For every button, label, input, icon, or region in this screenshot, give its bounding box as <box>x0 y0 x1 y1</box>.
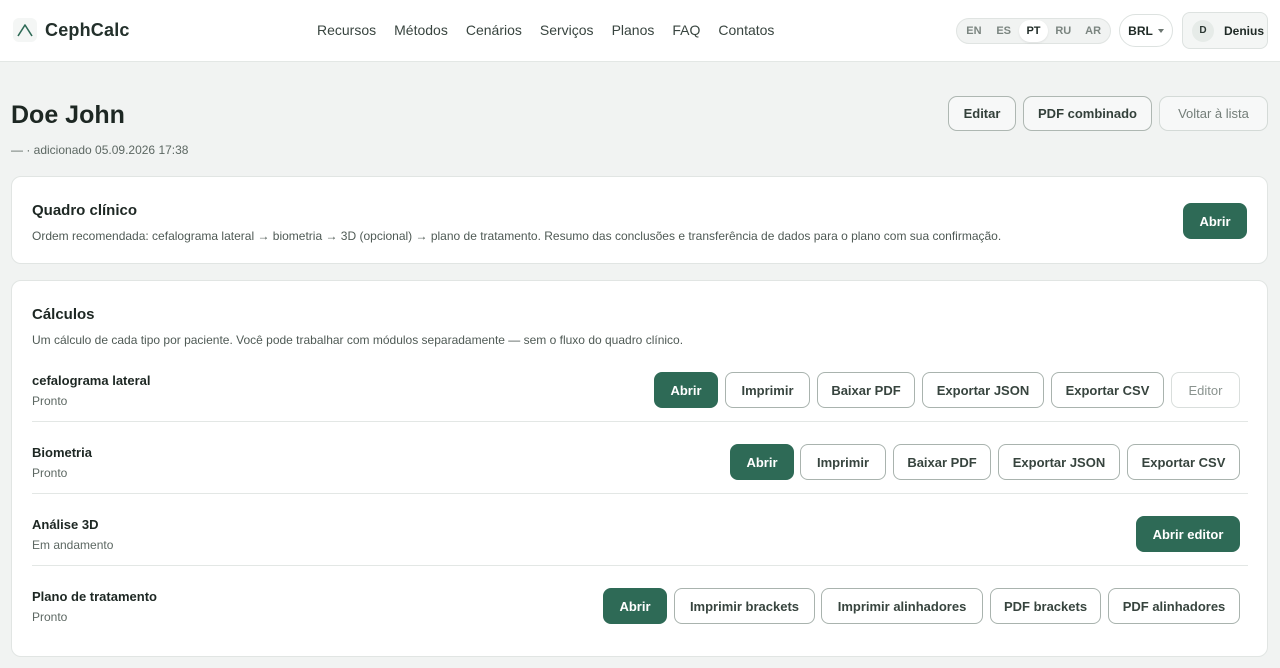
user-menu[interactable]: D Denius <box>1182 12 1268 49</box>
cephalogram-download-pdf-button[interactable]: Baixar PDF <box>817 372 915 408</box>
cephalogram-editor-button[interactable]: Editor <box>1171 372 1240 408</box>
calc-status: Pronto <box>32 610 68 624</box>
currency-value: BRL <box>1128 23 1153 38</box>
calculations-title: Cálculos <box>32 306 95 323</box>
brand-name: CephCalc <box>45 19 130 40</box>
cephalogram-print-button[interactable]: Imprimir <box>725 372 810 408</box>
treatment-open-button[interactable]: Abrir <box>603 588 667 624</box>
nav-item-metodos[interactable]: Métodos <box>394 22 448 38</box>
lang-pt[interactable]: PT <box>1018 20 1049 42</box>
combined-pdf-button[interactable]: PDF combinado <box>1023 96 1152 131</box>
cephalogram-export-csv-button[interactable]: Exportar CSV <box>1051 372 1164 408</box>
nav-item-servicos[interactable]: Serviços <box>540 22 594 38</box>
treatment-pdf-aligners-button[interactable]: PDF alinhadores <box>1108 588 1240 624</box>
cephalogram-open-button[interactable]: Abrir <box>654 372 718 408</box>
nav-item-cenarios[interactable]: Cenários <box>466 22 522 38</box>
clinical-title: Quadro clínico <box>32 202 138 219</box>
lang-ru[interactable]: RU <box>1048 20 1078 42</box>
nav-item-planos[interactable]: Planos <box>612 22 655 38</box>
calc-status: Em andamento <box>32 538 114 552</box>
calc-name: Análise 3D <box>32 517 99 532</box>
calc-row-biometry: Biometria Pronto Abrir Imprimir Baixar P… <box>32 422 1248 494</box>
calc-row-3d-analysis: Análise 3D Em andamento Abrir editor <box>32 494 1248 566</box>
calc-name: Biometria <box>32 445 92 460</box>
lang-ar[interactable]: AR <box>1078 20 1108 42</box>
biometry-download-pdf-button[interactable]: Baixar PDF <box>893 444 991 480</box>
main-nav: Recursos Métodos Cenários Serviços Plano… <box>317 22 792 38</box>
treatment-pdf-brackets-button[interactable]: PDF brackets <box>990 588 1101 624</box>
brand-logo[interactable]: CephCalc <box>13 18 130 42</box>
lang-es[interactable]: ES <box>989 20 1019 42</box>
biometry-export-csv-button[interactable]: Exportar CSV <box>1127 444 1240 480</box>
logo-peak-icon <box>13 18 37 42</box>
avatar: D <box>1192 19 1214 42</box>
calc-status: Pronto <box>32 394 68 408</box>
lang-en[interactable]: EN <box>959 20 989 42</box>
calc-row-treatment-plan: Plano de tratamento Pronto Abrir Imprimi… <box>32 566 1248 638</box>
chevron-down-icon <box>1157 28 1164 33</box>
page-title: Doe John <box>11 101 125 129</box>
cephalogram-export-json-button[interactable]: Exportar JSON <box>922 372 1044 408</box>
nav-item-contatos[interactable]: Contatos <box>718 22 774 38</box>
calculations-description: Um cálculo de cada tipo por paciente. Vo… <box>32 333 684 347</box>
currency-select[interactable]: BRL <box>1119 14 1173 47</box>
treatment-print-aligners-button[interactable]: Imprimir alinhadores <box>821 588 983 624</box>
treatment-print-brackets-button[interactable]: Imprimir brackets <box>674 588 815 624</box>
language-switcher: EN ES PT RU AR <box>956 18 1111 44</box>
calc-status: Pronto <box>32 466 68 480</box>
nav-item-faq[interactable]: FAQ <box>672 22 700 38</box>
clinical-card: Quadro clínico Ordem recomendada: cefalo… <box>11 176 1268 264</box>
clinical-description: Ordem recomendada: cefalograma lateral →… <box>32 229 1002 243</box>
calc-row-cephalogram: cefalograma lateral Pronto Abrir Imprimi… <box>32 350 1248 422</box>
biometry-print-button[interactable]: Imprimir <box>800 444 886 480</box>
top-bar: CephCalc Recursos Métodos Cenários Servi… <box>0 0 1280 62</box>
calculations-card: Cálculos Um cálculo de cada tipo por pac… <box>11 280 1268 657</box>
nav-item-recursos[interactable]: Recursos <box>317 22 376 38</box>
biometry-open-button[interactable]: Abrir <box>730 444 794 480</box>
calc-name: Plano de tratamento <box>32 589 157 604</box>
biometry-export-json-button[interactable]: Exportar JSON <box>998 444 1120 480</box>
edit-button[interactable]: Editar <box>948 96 1016 131</box>
calc-name: cefalograma lateral <box>32 373 151 388</box>
patient-added-info: — · adicionado 05.09.2026 17:38 <box>11 143 189 157</box>
clinical-open-button[interactable]: Abrir <box>1183 203 1247 239</box>
user-name: Denius <box>1224 23 1265 38</box>
3d-open-editor-button[interactable]: Abrir editor <box>1136 516 1240 552</box>
back-to-list-button[interactable]: Voltar à lista <box>1159 96 1268 131</box>
